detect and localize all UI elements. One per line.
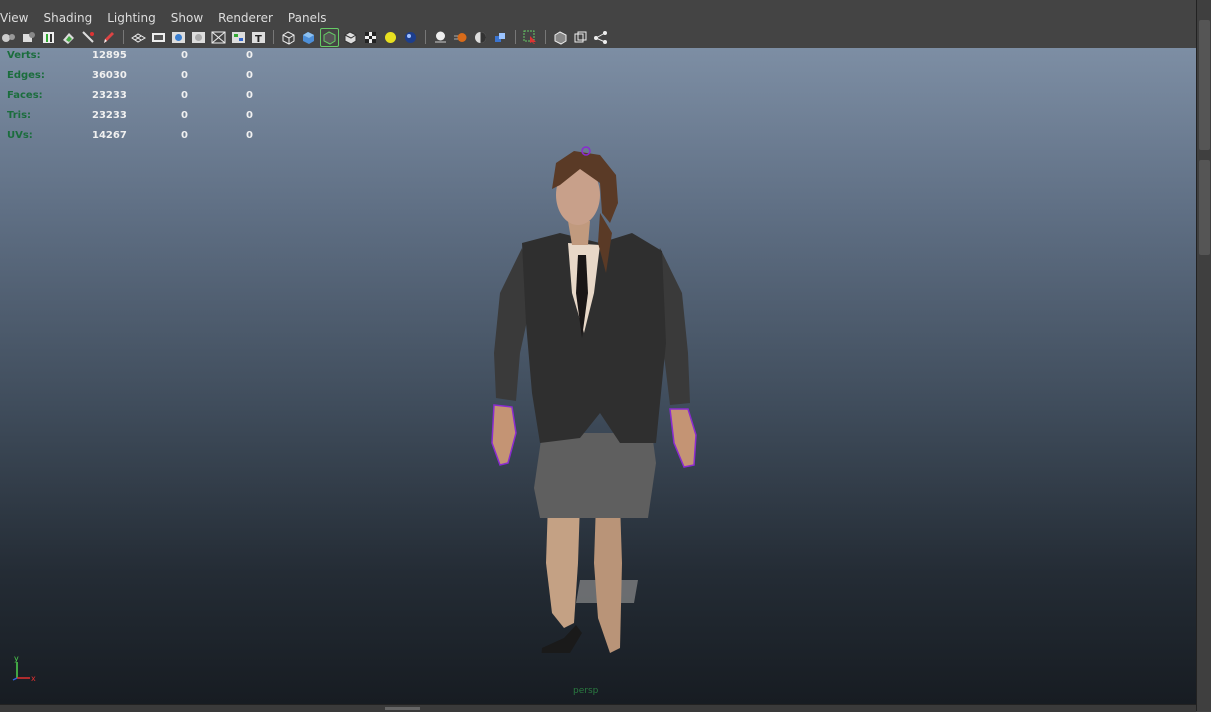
field-chart-icon[interactable]: [210, 29, 227, 46]
toolbar-separator: [545, 30, 546, 44]
hud-value-selected: 0: [181, 90, 188, 101]
left-leg: [546, 503, 580, 628]
hud-label: Faces:: [7, 90, 43, 101]
two-d-pan-zoom-icon[interactable]: [80, 29, 97, 46]
hud-value-component: 0: [246, 130, 253, 141]
panel-menu-bar: View Shading Lighting Show Renderer Pane…: [0, 8, 1196, 27]
toolbar-separator: [273, 30, 274, 44]
channel-box-tab[interactable]: [1199, 20, 1210, 150]
hud-value-selected: 0: [181, 70, 188, 81]
camera-attributes-icon[interactable]: [20, 29, 37, 46]
splitter-handle[interactable]: [385, 707, 420, 710]
hud-value-object: 36030: [92, 70, 127, 81]
attribute-editor-tab[interactable]: [1199, 160, 1210, 255]
camera-name-label: persp: [573, 686, 599, 696]
default-material-icon[interactable]: [342, 29, 359, 46]
screen-space-ao-icon[interactable]: [432, 29, 449, 46]
xray-joints-icon[interactable]: [592, 29, 609, 46]
hud-value-selected: 0: [181, 130, 188, 141]
xray-active-components-icon[interactable]: [572, 29, 589, 46]
image-plane-icon[interactable]: [60, 29, 77, 46]
side-panel-tabs: [1196, 0, 1211, 711]
camera-select-icon[interactable]: [0, 29, 17, 46]
hud-label: UVs:: [7, 130, 33, 141]
grid-icon[interactable]: [130, 29, 147, 46]
left-shoe: [541, 625, 582, 653]
menu-shading[interactable]: Shading: [43, 11, 92, 25]
menu-panels[interactable]: Panels: [288, 11, 327, 25]
smooth-shade-icon[interactable]: [300, 29, 317, 46]
menu-lighting[interactable]: Lighting: [107, 11, 156, 25]
hud-value-object: 14267: [92, 130, 127, 141]
grease-pencil-icon[interactable]: [100, 29, 117, 46]
resolution-gate-icon[interactable]: [170, 29, 187, 46]
use-all-lights-icon[interactable]: [382, 29, 399, 46]
panel-toolbar: T: [0, 27, 1196, 47]
hud-value-component: 0: [246, 90, 253, 101]
menu-show[interactable]: Show: [171, 11, 203, 25]
motion-blur-icon[interactable]: [452, 29, 469, 46]
hud-value-selected: 0: [181, 50, 188, 61]
wireframe-icon[interactable]: [280, 29, 297, 46]
axis-y-label: y: [14, 654, 19, 663]
skirt: [534, 433, 656, 518]
hud-value-object: 23233: [92, 90, 127, 101]
depth-of-field-icon[interactable]: [492, 29, 509, 46]
axis-x-label: x: [31, 674, 36, 682]
title-strip: [0, 0, 1196, 8]
hud-value-component: 0: [246, 110, 253, 121]
right-hand: [669, 408, 697, 468]
bookmarks-icon[interactable]: [40, 29, 57, 46]
safe-action-icon[interactable]: [230, 29, 247, 46]
safe-title-icon[interactable]: T: [250, 29, 267, 46]
toolbar-separator: [515, 30, 516, 44]
wireframe-on-shaded-icon[interactable]: [320, 27, 339, 47]
film-gate-icon[interactable]: [150, 29, 167, 46]
hud-value-object: 12895: [92, 50, 127, 61]
menu-renderer[interactable]: Renderer: [218, 11, 273, 25]
isolate-select-icon[interactable]: [522, 29, 539, 46]
toolbar-separator: [123, 30, 124, 44]
character-model[interactable]: [460, 93, 740, 653]
perspective-viewport[interactable]: Verts: 12895 0 0 Edges: 36030 0 0 Faces:…: [0, 48, 1196, 704]
menu-view[interactable]: View: [0, 11, 28, 25]
hud-value-component: 0: [246, 70, 253, 81]
hud-label: Tris:: [7, 110, 32, 121]
hud-label: Verts:: [7, 50, 41, 61]
multisample-aa-icon[interactable]: [472, 29, 489, 46]
hud-value-selected: 0: [181, 110, 188, 121]
axis-z-line: [12, 677, 18, 681]
hud-label: Edges:: [7, 70, 45, 81]
hud-value-component: 0: [246, 50, 253, 61]
svg-text:T: T: [255, 34, 262, 45]
xray-icon[interactable]: [552, 29, 569, 46]
shadows-icon[interactable]: [402, 29, 419, 46]
texture-checker-icon[interactable]: [362, 29, 379, 46]
maya-viewport-window: View Shading Lighting Show Renderer Pane…: [0, 0, 1211, 712]
left-hand: [491, 404, 517, 466]
hud-value-object: 23233: [92, 110, 127, 121]
gate-mask-icon[interactable]: [190, 29, 207, 46]
toolbar-separator: [425, 30, 426, 44]
right-leg: [594, 503, 622, 653]
view-axis-gizmo: y x: [12, 654, 36, 682]
